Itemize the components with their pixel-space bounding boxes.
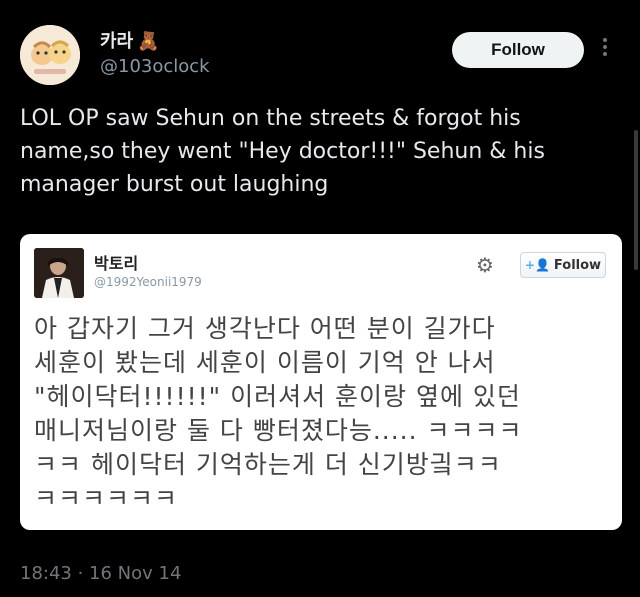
embedded-display-name: 박토리 — [94, 254, 139, 273]
embedded-tweet-text: 아 갑자기 그거 생각난다 어떤 분이 길가다 세훈이 봤는데 세훈이 이름이 … — [34, 314, 523, 513]
more-vertical-icon[interactable] — [603, 38, 609, 62]
author-display-name[interactable]: 카라 🧸 — [100, 27, 160, 53]
teddy-bear-emoji: 🧸 — [137, 31, 160, 52]
embedded-author-avatar — [34, 248, 84, 298]
embedded-follow-label: Follow — [553, 257, 602, 273]
person-plus-icon: +👤 — [524, 258, 550, 272]
embedded-follow-button: +👤 Follow — [520, 252, 606, 278]
author-avatar[interactable] — [20, 25, 80, 85]
display-name-text: 카라 — [100, 31, 134, 52]
embedded-handle: @1992Yeonii1979 — [94, 275, 202, 289]
author-handle[interactable]: @103oclock — [100, 56, 210, 77]
follow-button[interactable]: Follow — [452, 32, 584, 68]
tweet-text: LOL OP saw Sehun on the streets & forgot… — [20, 106, 545, 197]
embedded-avatar-photo — [34, 248, 84, 298]
avatar-illustration — [20, 25, 80, 85]
tweet-timestamp[interactable]: 18:43 · 16 Nov 14 — [20, 563, 181, 584]
embedded-tweet-image[interactable]: 박토리 @1992Yeonii1979 ⚙ +👤 Follow 아 갑자기 그거… — [20, 234, 622, 530]
scrollbar[interactable] — [634, 130, 638, 270]
gear-icon: ⚙ — [476, 253, 494, 277]
